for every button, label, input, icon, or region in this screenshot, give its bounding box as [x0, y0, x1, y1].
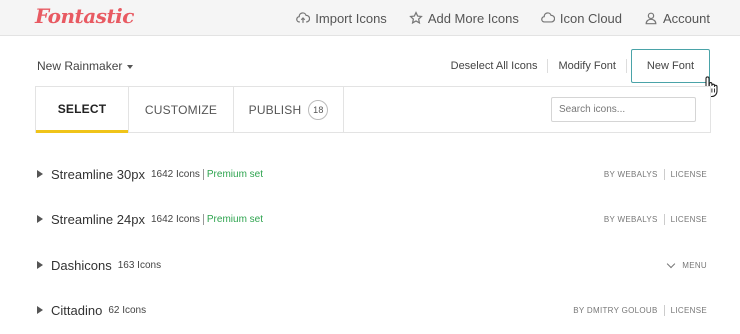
icon-set-meta: BY WEBALYS LICENSE [604, 207, 707, 231]
cloud-upload-icon [296, 12, 311, 23]
icon-set-row[interactable]: Dashicons 163 Icons MENU [37, 253, 709, 277]
nav-icon-cloud[interactable]: Icon Cloud [541, 11, 622, 26]
font-actions: Deselect All Icons Modify Font New Font [441, 49, 710, 83]
divider [663, 304, 665, 316]
menu-link[interactable]: MENU [682, 261, 707, 270]
nav-label: Add More Icons [427, 10, 519, 26]
nav-label: Import Icons [315, 10, 387, 26]
license-link[interactable]: LICENSE [671, 215, 707, 224]
publish-count-badge: 18 [308, 99, 329, 120]
nav-add-more-icons[interactable]: Add More Icons [409, 11, 519, 26]
icon-set-meta[interactable]: MENU [666, 253, 707, 277]
expand-triangle-icon[interactable] [37, 215, 43, 223]
icon-set-name: Streamline 24px [51, 211, 145, 227]
author-link[interactable]: BY WEBALYS [604, 215, 658, 224]
tab-customize[interactable]: CUSTOMIZE [128, 87, 233, 132]
user-icon [645, 12, 657, 25]
search-input[interactable] [551, 97, 696, 122]
top-bar: Fontastic Import Icons Add More Icons Ic… [0, 0, 740, 36]
icon-set-meta: BY DMITRY GOLOUB LICENSE [573, 298, 707, 322]
icon-set-count: 62 Icons [108, 304, 147, 316]
nav-label: Icon Cloud [559, 10, 623, 26]
icon-set-meta: BY WEBALYS LICENSE [604, 162, 707, 186]
star-icon [409, 11, 423, 25]
premium-set-label: Premium set [202, 213, 263, 225]
author-link[interactable]: BY DMITRY GOLOUB [573, 306, 657, 315]
icon-set-row[interactable]: Cittadino 62 Icons BY DMITRY GOLOUB LICE… [37, 298, 709, 322]
font-selector-dropdown[interactable]: New Rainmaker [37, 59, 134, 73]
expand-triangle-icon[interactable] [37, 170, 43, 178]
tab-publish-label: PUBLISH [248, 102, 302, 117]
new-font-button[interactable]: New Font [630, 49, 710, 83]
nav-import-icons[interactable]: Import Icons [296, 11, 387, 26]
expand-triangle-icon[interactable] [37, 261, 43, 269]
icon-set-count: 1642 Icons [150, 168, 200, 180]
premium-set-label: Premium set [202, 168, 263, 180]
icon-set-count: 163 Icons [117, 259, 162, 271]
tab-panel: SELECT CUSTOMIZE PUBLISH 18 [35, 86, 711, 133]
cloud-icon [541, 12, 555, 23]
chevron-down-icon [666, 259, 676, 268]
divider [625, 59, 627, 73]
modify-font-button[interactable]: Modify Font [548, 49, 625, 83]
top-nav: Import Icons Add More Icons Icon Cloud A… [296, 0, 710, 36]
icon-set-row[interactable]: Streamline 30px 1642 Icons Premium set B… [37, 162, 709, 186]
license-link[interactable]: LICENSE [671, 170, 707, 179]
expand-triangle-icon[interactable] [37, 306, 43, 314]
caret-down-icon [127, 64, 134, 69]
logo[interactable]: Fontastic [35, 4, 134, 28]
font-selector-label: New Rainmaker [37, 59, 123, 73]
icon-set-row[interactable]: Streamline 24px 1642 Icons Premium set B… [37, 207, 709, 231]
divider [663, 213, 665, 225]
divider [663, 168, 665, 180]
nav-label: Account [663, 10, 710, 26]
nav-account[interactable]: Account [644, 11, 710, 26]
icon-set-name: Cittadino [51, 302, 103, 318]
author-link[interactable]: BY WEBALYS [604, 170, 658, 179]
icon-set-name: Streamline 30px [51, 166, 145, 182]
icon-set-count: 1642 Icons [150, 213, 200, 225]
tab-select[interactable]: SELECT [36, 87, 128, 133]
deselect-all-button[interactable]: Deselect All Icons [441, 49, 548, 83]
icon-set-name: Dashicons [51, 257, 112, 273]
tab-publish[interactable]: PUBLISH 18 [233, 87, 344, 132]
license-link[interactable]: LICENSE [671, 306, 707, 315]
